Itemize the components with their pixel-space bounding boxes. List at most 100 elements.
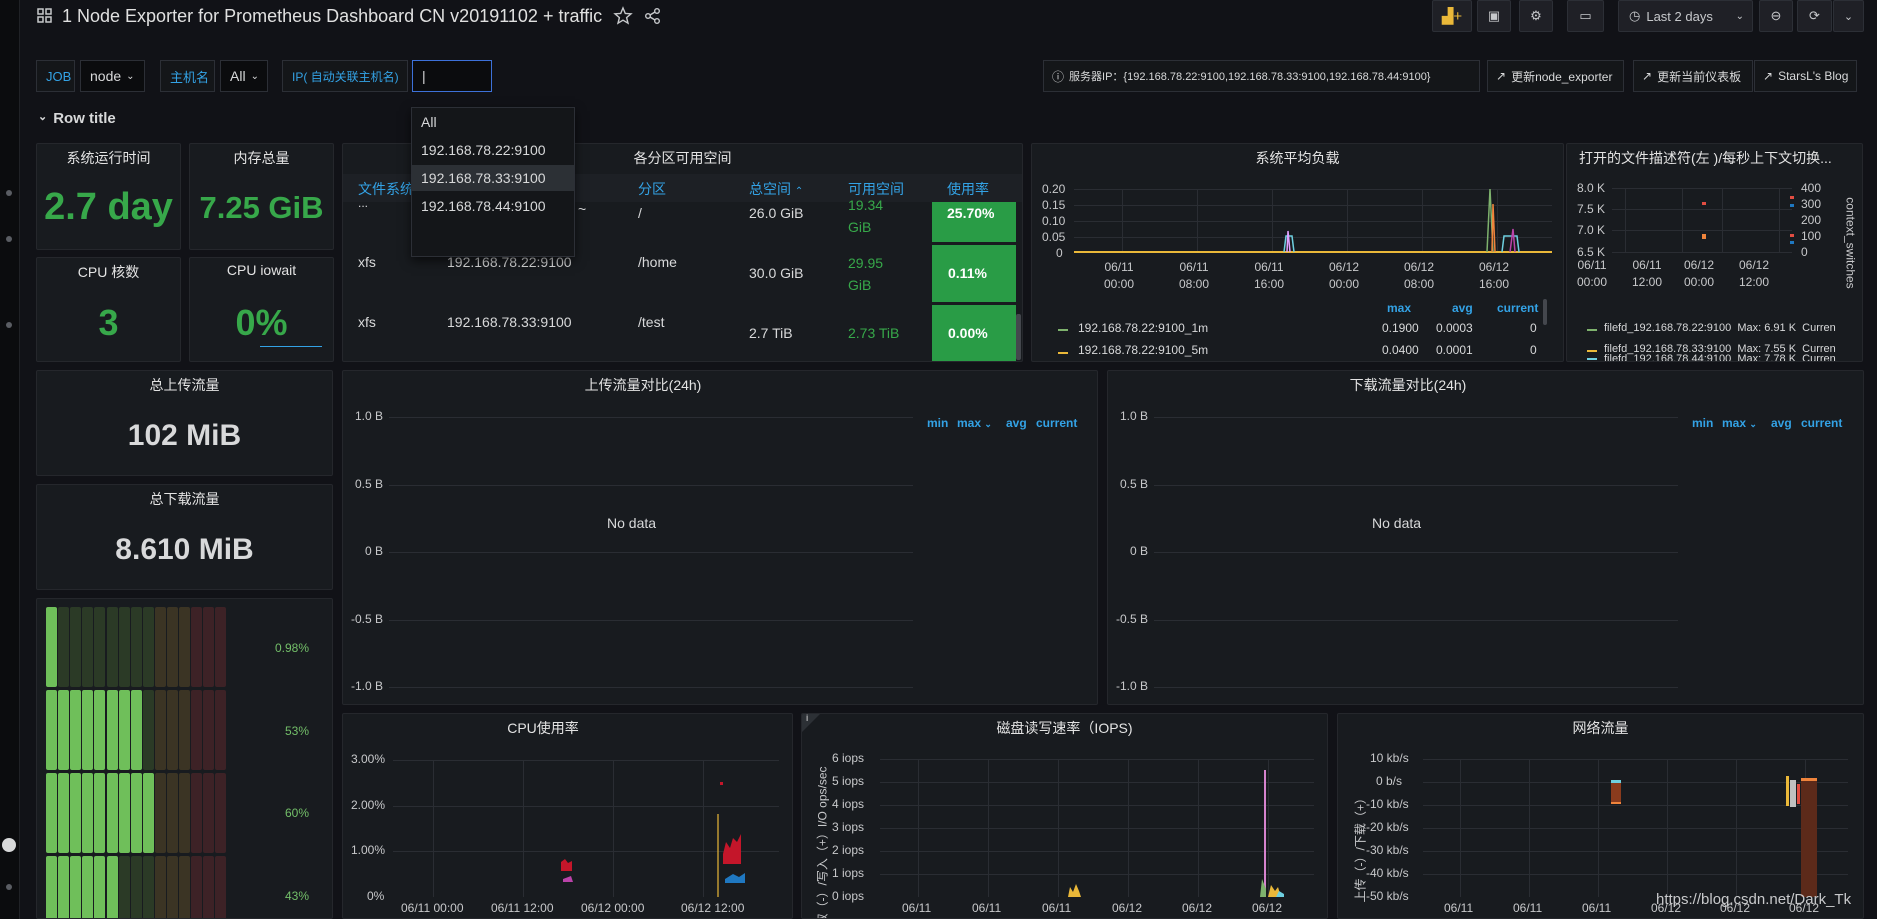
table-cell: 25.70% xyxy=(947,205,995,221)
legend-col-max[interactable]: max ⌄ xyxy=(957,416,992,430)
var-ip-input[interactable]: | xyxy=(412,60,492,92)
no-data-label: No data xyxy=(1372,515,1422,531)
bar-gauge-cell xyxy=(215,607,227,687)
legend-col-current[interactable]: current xyxy=(1036,416,1077,430)
bar-gauge-cell xyxy=(106,773,118,853)
legend-col-max-label: max xyxy=(957,416,982,430)
col-usage[interactable]: 使用率 xyxy=(947,179,989,199)
chevron-down-icon: ⌄ xyxy=(1843,10,1854,23)
table-cell: / xyxy=(638,205,642,221)
var-job-value: node xyxy=(90,68,122,84)
clock-icon: ◷ xyxy=(1629,8,1641,23)
legend-col-min[interactable]: min xyxy=(1692,416,1713,430)
dashboard-grid-icon[interactable] xyxy=(37,8,53,24)
server-ip-label: 服务器IP：{192.168.78.22:9100,192.168.78.33:… xyxy=(1069,71,1431,83)
gauge-label: 60% xyxy=(285,806,310,820)
col-total[interactable]: 总空间 ⌃ xyxy=(749,179,803,199)
star-icon[interactable] xyxy=(613,6,633,25)
legend-series[interactable]: filefd_192.168.78.44:9100 Max: 7.78 K Cu… xyxy=(1604,353,1836,361)
table-cell: 2.73 TiB xyxy=(848,325,900,341)
dropdown-option[interactable]: 192.168.78.44:9100 xyxy=(412,193,574,219)
legend-col-max[interactable]: max ⌄ xyxy=(1722,416,1757,430)
bar-gauge-cell xyxy=(94,607,106,687)
x-tick: 06/12 12:00 xyxy=(681,901,745,915)
dashboard-title[interactable]: 1 Node Exporter for Prometheus Dashboard… xyxy=(62,6,602,27)
user-avatar-icon[interactable] xyxy=(2,838,16,852)
dropdown-option[interactable]: 192.168.78.22:9100 xyxy=(412,137,574,163)
time-picker-button[interactable]: ◷ Last 2 days ⌄ xyxy=(1618,0,1753,32)
legend-series-name[interactable]: 192.168.78.22:9100_1m xyxy=(1078,321,1208,335)
legend-col-current[interactable]: current xyxy=(1497,301,1538,315)
grid-line xyxy=(389,552,913,553)
table-cell: 19.34 GiB xyxy=(848,197,884,235)
save-dashboard-button[interactable]: ▣ xyxy=(1477,0,1511,32)
legend-col-current[interactable]: current xyxy=(1801,416,1842,430)
cpu-iowait-value: 0% xyxy=(235,302,288,343)
bar-gauge-cell xyxy=(203,773,215,853)
var-job-select[interactable]: node ⌄ xyxy=(80,60,145,92)
add-panel-icon: ▟+ xyxy=(1441,8,1463,25)
legend-col-avg[interactable]: avg xyxy=(1771,416,1792,430)
legend-scrollbar[interactable] xyxy=(1543,299,1547,325)
bar-gauge-cell xyxy=(82,607,94,687)
share-icon[interactable] xyxy=(644,7,662,25)
update-exporter-link[interactable]: ↗ 更新node_exporter xyxy=(1487,60,1624,92)
dropdown-option[interactable]: All xyxy=(412,109,574,135)
legend-current: 0 xyxy=(1530,343,1537,357)
bar-gauge-cell xyxy=(106,690,118,770)
legend-col-avg[interactable]: avg xyxy=(1006,416,1027,430)
add-panel-button[interactable]: ▟+ xyxy=(1432,0,1472,32)
no-data-label: No data xyxy=(607,515,657,531)
row-title: Row title xyxy=(53,110,116,127)
legend-col-max[interactable]: max xyxy=(1387,301,1411,315)
help-icon[interactable] xyxy=(6,884,12,890)
table-scrollbar[interactable] xyxy=(1016,314,1021,360)
sparkline xyxy=(260,346,322,347)
nav-icon[interactable] xyxy=(6,322,12,328)
refresh-button[interactable]: ⟳ xyxy=(1797,0,1832,32)
legend-series[interactable]: filefd_192.168.78.22:9100 Max: 6.91 K Cu… xyxy=(1604,322,1836,334)
update-dashboard-link[interactable]: ↗ 更新当前仪表板 xyxy=(1633,60,1753,92)
nav-icon[interactable] xyxy=(6,236,12,242)
x-tick: 06/11 xyxy=(972,901,1002,915)
legend-col-avg[interactable]: avg xyxy=(1452,301,1473,315)
download-compare-panel: 下载流量对比(24h) 1.0 B 0.5 B 0 B -0.5 B -1.0 … xyxy=(1107,370,1864,705)
col-mount[interactable]: 分区 xyxy=(638,179,666,199)
cpu-usage-panel: CPU使用率 3.00% 2.00% 1.00% 0% 06/11 00:00 … xyxy=(342,713,793,919)
upload-total-value: 102 MiB xyxy=(127,419,242,452)
external-link-icon: ↗ xyxy=(1642,69,1653,83)
legend-col-min[interactable]: min xyxy=(927,416,948,430)
refresh-interval-button[interactable]: ⌄ xyxy=(1833,0,1864,32)
tv-mode-button[interactable]: ▭ xyxy=(1567,0,1604,32)
bar-gauge-cell xyxy=(142,856,154,918)
settings-button[interactable]: ⚙ xyxy=(1519,0,1553,32)
var-host-value: All xyxy=(230,68,246,84)
blog-link[interactable]: ↗ StarsL's Blog xyxy=(1754,60,1857,92)
x-tick: 06/11 16:00 xyxy=(1254,260,1285,291)
bar-gauge-cell xyxy=(179,690,191,770)
bar-gauge-cell xyxy=(215,856,227,918)
bar-gauge-cell xyxy=(203,607,215,687)
bar-gauge-cell xyxy=(167,690,178,770)
row-collapse-toggle[interactable]: ⌄ Row title xyxy=(38,110,116,127)
table-cell: /test xyxy=(638,314,665,330)
x-tick: 06/11 xyxy=(1513,901,1543,915)
legend-avg: 0.0001 xyxy=(1436,343,1473,357)
legend-series-name[interactable]: 192.168.78.22:9100_5m xyxy=(1078,343,1208,357)
bar-gauge-cell xyxy=(191,773,203,853)
grid-line xyxy=(389,417,913,418)
update-exporter-label: 更新node_exporter xyxy=(1511,69,1613,84)
bar-gauge-cell xyxy=(118,690,130,770)
x-tick: 06/12 xyxy=(1252,901,1283,915)
bar-gauge-cell xyxy=(94,773,106,853)
zoom-out-button[interactable]: ⊖ xyxy=(1759,0,1793,32)
chevron-down-icon: ⌄ xyxy=(984,419,992,429)
var-host-select[interactable]: All ⌄ xyxy=(220,60,268,92)
nav-icon[interactable] xyxy=(6,190,12,196)
x-tick: 06/12 00:00 xyxy=(1329,260,1360,291)
bar-gauge-cell xyxy=(118,773,130,853)
external-link-icon: ↗ xyxy=(1496,69,1507,83)
bar-gauge-cell xyxy=(106,856,118,918)
dropdown-option[interactable]: 192.168.78.33:9100 xyxy=(412,165,574,191)
server-ip-link[interactable]: ⓘ 服务器IP：{192.168.78.22:9100,192.168.78.3… xyxy=(1043,60,1480,92)
